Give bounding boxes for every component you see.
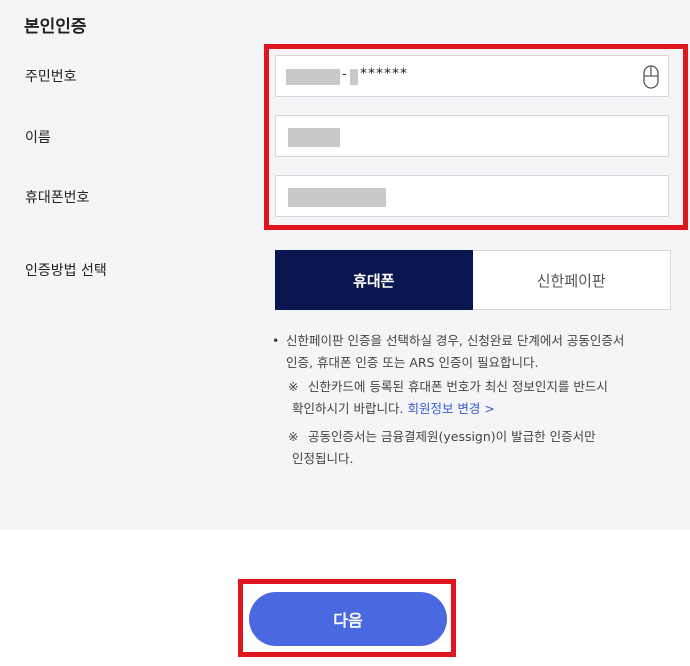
note-line-1: 신한페이판 인증을 선택하실 경우, 신청완료 단계에서 공동인증서 <box>286 333 625 348</box>
note-line-6: 인정됩니다. <box>292 451 354 466</box>
rrn-label: 주민번호 <box>25 69 77 85</box>
note-line-4: 확인하시기 바랍니다. 회원정보 변경 > <box>292 398 495 420</box>
member-info-change-link[interactable]: 회원정보 변경 > <box>407 401 494 416</box>
method-shinhan-paypan-option[interactable]: 신한페이판 <box>472 250 671 310</box>
name-label: 이름 <box>25 130 51 146</box>
chevron-right-icon: > <box>484 401 495 416</box>
method-phone-option[interactable]: 휴대폰 <box>275 250 473 310</box>
next-button[interactable]: 다음 <box>249 592 447 646</box>
note-line-3: 신한카드에 등록된 휴대폰 번호가 최신 정보인지를 반드시 <box>308 379 608 394</box>
section-title: 본인인증 <box>24 17 87 37</box>
auth-method-selector: 휴대폰 신한페이판 <box>275 250 671 310</box>
highlight-box-inputs <box>264 44 688 230</box>
note-ref-mark-1: ※ <box>288 379 299 394</box>
note-line-4-text: 확인하시기 바랍니다. <box>292 401 404 416</box>
note-line-2: 인증, 휴대폰 인증 또는 ARS 인증이 필요합니다. <box>286 355 539 370</box>
note-line-5: 공동인증서는 금융결제원(yessign)이 발급한 인증서만 <box>308 429 596 444</box>
note-bullet: • <box>272 333 280 348</box>
member-info-change-label: 회원정보 변경 <box>407 401 481 416</box>
phone-label: 휴대폰번호 <box>25 190 90 206</box>
method-label: 인증방법 선택 <box>25 263 107 279</box>
note-ref-mark-2: ※ <box>288 429 299 444</box>
